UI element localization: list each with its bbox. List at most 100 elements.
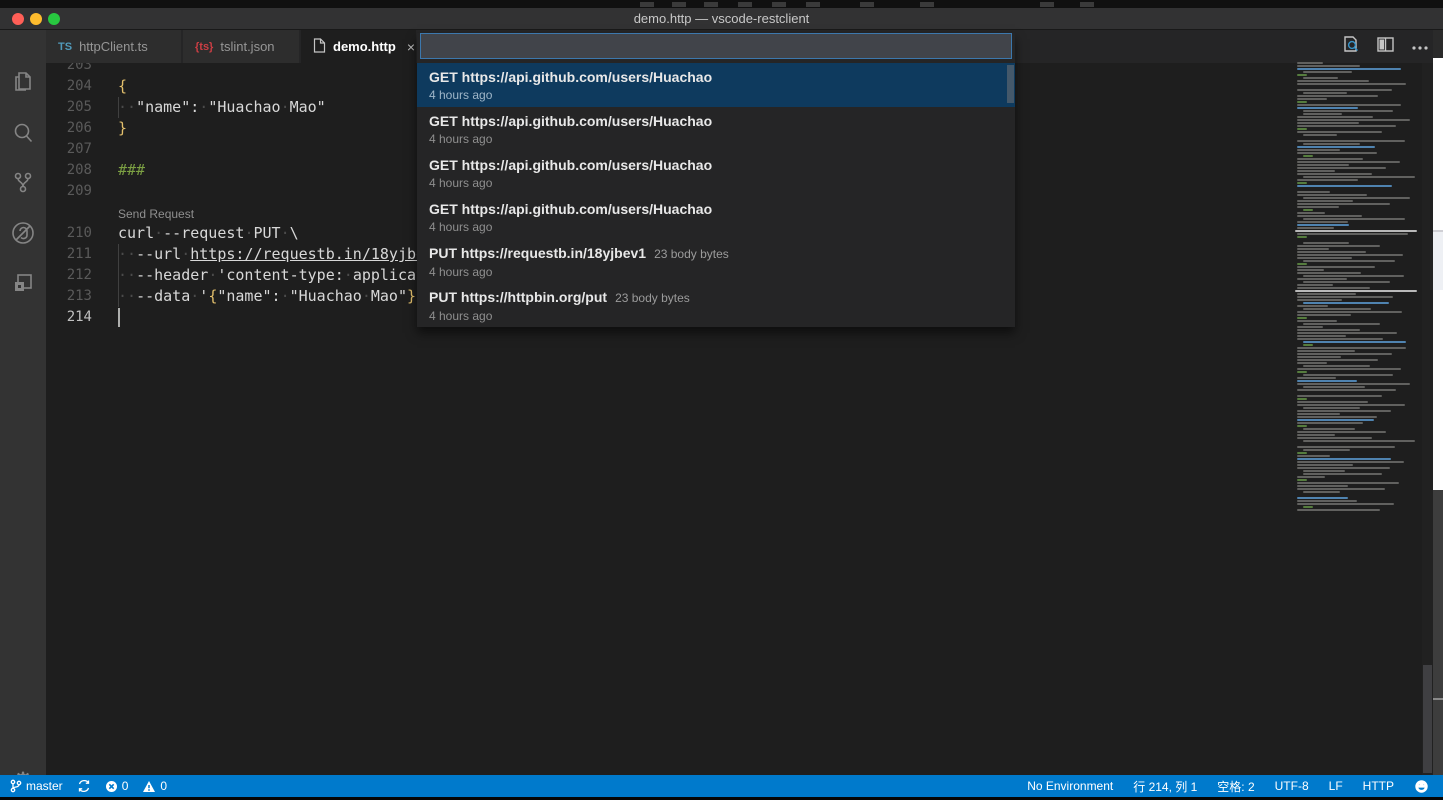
line-content: } — [118, 118, 127, 139]
minimap-row — [1297, 257, 1352, 259]
editor-scrollbar[interactable] — [1422, 63, 1433, 775]
history-item-label: PUT https://httpbin.org/put23 body bytes — [429, 287, 1003, 308]
minimap-row — [1297, 296, 1393, 298]
minimap-row — [1297, 464, 1353, 466]
status-cursor-position[interactable]: 行 214, 列 1 — [1133, 778, 1197, 795]
minimap-row — [1297, 455, 1330, 457]
extensions-icon[interactable] — [0, 260, 46, 306]
tab-demo-http[interactable]: demo.http × — [301, 30, 417, 63]
minimap-row — [1297, 224, 1349, 226]
minimap-row — [1297, 287, 1370, 289]
minimap-row — [1303, 449, 1350, 451]
minimap-row — [1297, 371, 1307, 373]
minimap-row — [1297, 482, 1399, 484]
feedback-smiley-icon[interactable] — [1414, 779, 1429, 794]
error-icon — [105, 780, 118, 793]
minimap-row — [1303, 323, 1380, 325]
minimap-row — [1297, 377, 1336, 379]
minimap-row — [1297, 227, 1334, 229]
minimap-row — [1303, 473, 1382, 475]
history-item[interactable]: GET https://api.github.com/users/Huachao… — [417, 195, 1015, 239]
tab-tslint-json[interactable]: {ts} tslint.json — [183, 30, 300, 63]
history-item-label: GET https://api.github.com/users/Huachao — [429, 155, 1003, 175]
sync-icon — [77, 779, 91, 793]
tab-httpclient-ts[interactable]: TS httpClient.ts — [46, 30, 182, 63]
minimap-row — [1297, 89, 1392, 91]
line-number: 208 — [46, 160, 92, 181]
quick-pick-input[interactable] — [420, 33, 1012, 59]
status-eol[interactable]: LF — [1329, 779, 1343, 793]
debug-icon[interactable] — [0, 210, 46, 256]
history-item[interactable]: GET https://api.github.com/users/Huachao… — [417, 63, 1015, 107]
history-item[interactable]: GET https://api.github.com/users/Huachao… — [417, 107, 1015, 151]
minimap[interactable] — [1295, 62, 1422, 522]
typescript-file-icon: TS — [58, 41, 72, 53]
minimap-row — [1297, 203, 1390, 205]
line-content: ··--data·'{"name":·"Huachao·Mao"}' — [118, 286, 425, 307]
quick-pick-scrollbar[interactable] — [1007, 65, 1014, 103]
line-number: 209 — [46, 181, 92, 202]
minimap-row — [1297, 149, 1340, 151]
minimap-row — [1297, 422, 1363, 424]
minimap-row — [1303, 302, 1389, 304]
warnings-item[interactable]: 0 — [142, 779, 167, 793]
status-bar: master 0 0 — [0, 775, 1443, 797]
minimap-row — [1297, 272, 1361, 274]
minimap-row — [1297, 356, 1341, 358]
minimap-row — [1297, 404, 1405, 406]
minimap-row — [1297, 278, 1347, 280]
split-editor-icon[interactable] — [1377, 37, 1394, 57]
line-number: 205 — [46, 97, 92, 118]
status-environment[interactable]: No Environment — [1027, 779, 1113, 793]
status-encoding[interactable]: UTF-8 — [1275, 779, 1309, 793]
minimap-row — [1297, 140, 1405, 142]
minimap-row — [1297, 185, 1392, 187]
minimap-row — [1297, 503, 1394, 505]
minimap-row — [1303, 218, 1405, 220]
minimap-row — [1303, 113, 1342, 115]
history-item[interactable]: PUT https://httpbin.org/put23 body bytes… — [417, 283, 1015, 327]
minimap-row — [1297, 497, 1348, 499]
minimap-row — [1303, 506, 1313, 508]
minimap-row — [1297, 338, 1383, 340]
minimap-row — [1297, 467, 1390, 469]
minimap-row — [1297, 389, 1396, 391]
search-icon[interactable] — [0, 110, 46, 156]
tab-label: tslint.json — [220, 39, 274, 54]
errors-item[interactable]: 0 — [105, 779, 129, 793]
status-language-mode[interactable]: HTTP — [1363, 779, 1394, 793]
history-item[interactable]: GET https://api.github.com/users/Huachao… — [417, 151, 1015, 195]
more-actions-icon[interactable] — [1411, 38, 1429, 56]
minimap-row — [1297, 62, 1323, 64]
line-content: { — [118, 76, 127, 97]
search-preview-icon[interactable] — [1342, 35, 1360, 58]
line-content: ··"name":·"Huachao·Mao" — [118, 97, 326, 118]
minimap-row — [1297, 152, 1377, 154]
sync-item[interactable] — [77, 779, 91, 793]
minimap-row — [1297, 500, 1357, 502]
history-item[interactable]: PUT https://requestb.in/18yjbev123 body … — [417, 239, 1015, 283]
minimap-row — [1297, 326, 1323, 328]
minimap-row — [1297, 329, 1360, 331]
minimap-row — [1297, 509, 1380, 511]
minimap-row — [1297, 164, 1349, 166]
git-branch-icon — [10, 779, 22, 793]
git-branch-item[interactable]: master — [10, 779, 63, 793]
status-indentation[interactable]: 空格: 2 — [1217, 778, 1254, 795]
vscode-window: demo.http — vscode-restclient — [0, 0, 1443, 800]
minimap-row — [1297, 368, 1401, 370]
close-tab-icon[interactable]: × — [407, 39, 415, 55]
minimap-row — [1297, 380, 1357, 382]
window-title: demo.http — vscode-restclient — [0, 11, 1443, 26]
minimap-row — [1297, 332, 1397, 334]
branch-name: master — [26, 779, 63, 793]
explorer-icon[interactable] — [0, 59, 46, 105]
scrollbar-thumb[interactable] — [1423, 665, 1432, 773]
minimap-row — [1303, 71, 1352, 73]
send-request-codelens[interactable]: Send Request — [118, 204, 194, 225]
minimap-row — [1303, 428, 1355, 430]
minimap-row — [1297, 269, 1324, 271]
minimap-row — [1297, 431, 1386, 433]
minimap-row — [1303, 260, 1395, 262]
source-control-icon[interactable] — [0, 159, 46, 205]
